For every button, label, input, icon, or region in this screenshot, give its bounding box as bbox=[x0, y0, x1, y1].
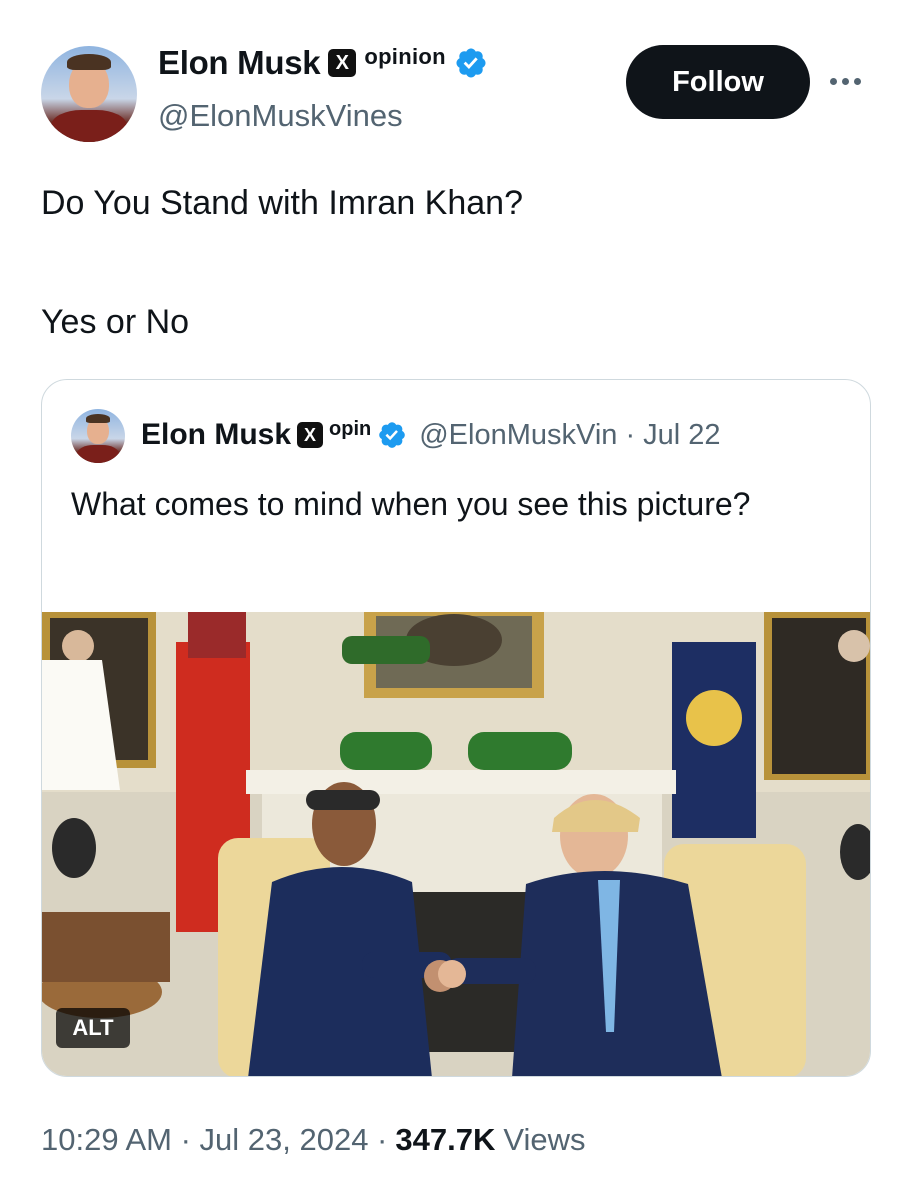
tweet-text-line-2: Yes or No bbox=[41, 303, 190, 341]
views-label: Views bbox=[503, 1122, 586, 1157]
avatar-hair bbox=[67, 54, 111, 70]
tweet-meta-row: 10:29 AM · Jul 23, 2024 · 347.7K Views bbox=[41, 1122, 585, 1158]
affiliation-tag: opinion bbox=[364, 44, 446, 69]
quoted-author-name[interactable]: Elon Musk bbox=[141, 418, 291, 452]
tweet-text-line-1: Do You Stand with Imran Khan? bbox=[41, 184, 523, 222]
quoted-handle-date[interactable]: @ElonMuskVin · Jul 22 bbox=[419, 419, 720, 452]
more-dot bbox=[854, 77, 861, 85]
avatar-hair bbox=[86, 414, 110, 423]
quoted-tweet-card[interactable]: Elon Musk X opin @ElonMuskVin · Jul 22 W… bbox=[41, 379, 871, 1077]
quoted-author-avatar[interactable] bbox=[71, 409, 125, 463]
avatar-body bbox=[77, 445, 119, 463]
verified-badge-icon bbox=[379, 422, 406, 448]
more-dot bbox=[830, 77, 837, 85]
verified-badge-icon bbox=[456, 48, 486, 78]
author-handle[interactable]: @ElonMuskVines bbox=[158, 98, 403, 134]
author-avatar[interactable] bbox=[41, 46, 137, 142]
author-name[interactable]: Elon Musk bbox=[158, 44, 321, 82]
quoted-tweet-text: What comes to mind when you see this pic… bbox=[71, 486, 751, 522]
avatar-body bbox=[51, 110, 127, 142]
x-logo-badge-icon: X bbox=[297, 422, 324, 448]
alt-text-badge[interactable]: ALT bbox=[56, 1008, 130, 1048]
author-name-row: Elon Musk X opinion bbox=[158, 44, 488, 82]
tweet-timestamp[interactable]: 10:29 AM · Jul 23, 2024 · bbox=[41, 1122, 387, 1158]
views-count: 347.7K bbox=[395, 1122, 496, 1157]
x-logo-badge-icon: X bbox=[328, 49, 357, 77]
quoted-affiliation-tag: opin bbox=[329, 417, 372, 440]
more-dot bbox=[842, 77, 849, 85]
quoted-header: Elon Musk X opin @ElonMuskVin · Jul 22 bbox=[141, 418, 721, 452]
quoted-tweet-photo[interactable] bbox=[42, 612, 870, 1077]
follow-button[interactable]: Follow bbox=[626, 45, 810, 119]
more-horizontal-icon[interactable] bbox=[830, 70, 874, 92]
